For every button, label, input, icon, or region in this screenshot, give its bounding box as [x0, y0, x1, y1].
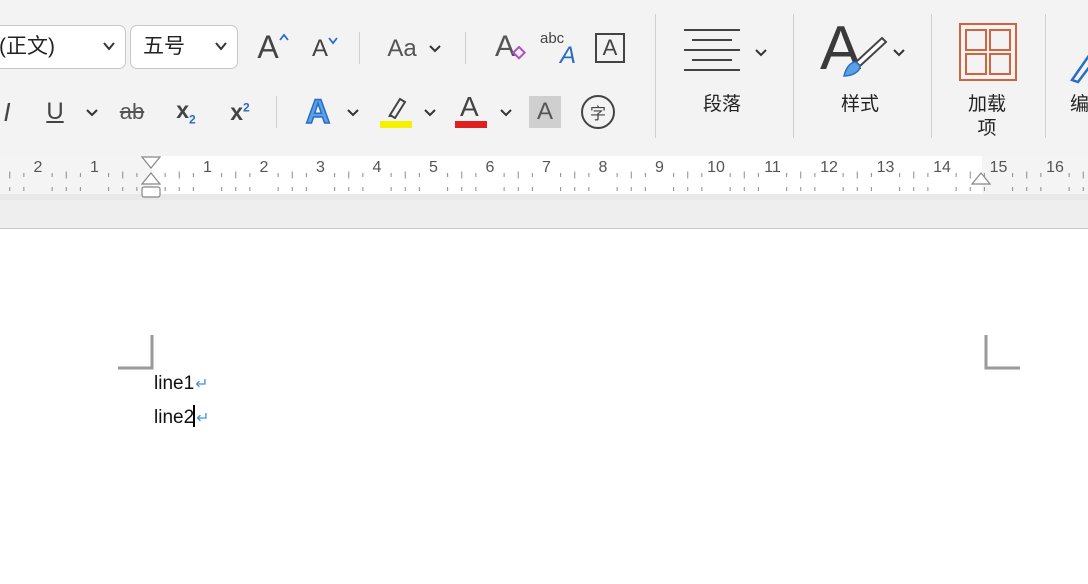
ruler-number: 13	[877, 159, 895, 176]
text-effects-icon: A	[305, 92, 331, 132]
add-ins-button[interactable]: 加载 项	[944, 20, 1030, 146]
ruler-number: 5	[429, 159, 438, 176]
text-effects-button[interactable]: A	[298, 92, 338, 132]
separator	[359, 32, 360, 64]
styles-icon: A	[820, 14, 890, 84]
editing-icon	[1068, 50, 1088, 89]
font-size-value: 五号	[143, 35, 185, 58]
font-color-button[interactable]: A	[452, 91, 488, 132]
ribbon: (正文) 五号 A A Aa A abc A A I U ab x2 x2 A …	[0, 0, 1088, 156]
strikethrough-icon: ab	[119, 99, 145, 124]
grow-font-icon: A	[257, 29, 289, 66]
superscript-button[interactable]: x2	[222, 94, 258, 130]
ruler-area: 2 1 1 2 3 4 5 6 7 8 9 10 11 12 13 14 15 16	[0, 156, 1088, 200]
paragraph-mark: ↵	[195, 376, 209, 393]
margin-corner-mark	[984, 335, 1020, 370]
ruler-number: 10	[707, 159, 725, 176]
chevron-down-icon	[754, 46, 768, 60]
character-shading-button[interactable]: A	[528, 95, 562, 129]
document-top-band	[0, 200, 1088, 229]
chevron-down-icon[interactable]	[346, 106, 360, 120]
subscript-button[interactable]: x2	[168, 94, 204, 130]
editing-label: 编	[1070, 93, 1088, 115]
line-text: line2	[154, 407, 195, 428]
margin-corner-mark	[118, 335, 154, 370]
ruler-number: 14	[933, 159, 951, 176]
ruler-number: 1	[203, 159, 212, 176]
ruler-number: 6	[486, 159, 495, 176]
ruler-number: 7	[542, 159, 551, 176]
paragraph-icon	[682, 28, 742, 79]
change-case-button[interactable]: Aa	[380, 30, 424, 68]
font-color-icon: A	[453, 91, 487, 131]
chevron-down-icon[interactable]	[423, 106, 437, 120]
enclose-characters-icon: 字	[581, 95, 615, 129]
document-page[interactable]: line1↵ line2 ↵	[0, 229, 1088, 584]
chevron-down-icon[interactable]	[85, 106, 99, 120]
character-border-icon: A	[595, 33, 625, 63]
character-border-button[interactable]: A	[592, 30, 628, 66]
document-line[interactable]: line2 ↵	[154, 405, 210, 429]
ruler-number: 11	[764, 159, 781, 176]
paragraph-mark: ↵	[196, 410, 210, 427]
paragraph-label: 段落	[702, 93, 741, 115]
clear-formatting-icon: A	[495, 30, 527, 64]
ruler-number: 12	[820, 159, 838, 176]
chevron-down-icon[interactable]	[499, 106, 513, 120]
font-family-combobox[interactable]: (正文)	[0, 25, 126, 69]
separator	[793, 14, 794, 138]
styles-button[interactable]: A 样式	[808, 14, 918, 140]
line-text: line1	[154, 373, 195, 394]
document-line[interactable]: line1↵	[154, 373, 209, 395]
strikethrough-button[interactable]: ab	[112, 94, 152, 130]
shrink-font-icon: A	[312, 35, 338, 63]
chevron-down-icon[interactable]	[103, 26, 115, 68]
ruler-ticks: 2 1 1 2 3 4 5 6 7 8 9 10 11 12 13 14 15 16	[9, 159, 1084, 191]
ruler-number: 2	[260, 159, 269, 176]
ruler-number: 1	[90, 159, 99, 176]
ruler-number: 3	[316, 159, 325, 176]
clear-formatting-button[interactable]: A	[486, 26, 527, 68]
ruler-number: 2	[34, 159, 43, 176]
paragraph-button[interactable]: 段落	[670, 20, 780, 140]
superscript-icon: x2	[230, 98, 250, 125]
separator	[465, 32, 466, 64]
text-cursor	[193, 405, 196, 427]
separator	[931, 14, 932, 138]
italic-icon: I	[3, 96, 11, 127]
right-indent-marker[interactable]	[970, 172, 992, 191]
phonetic-guide-icon: abc A	[540, 30, 577, 69]
add-ins-label-line2: 项	[977, 117, 997, 139]
font-size-combobox[interactable]: 五号	[130, 25, 238, 69]
separator	[1045, 14, 1046, 138]
font-family-value: (正文)	[0, 35, 55, 58]
ruler-number: 4	[373, 159, 382, 176]
subscript-icon: x2	[176, 97, 196, 127]
enclose-characters-button[interactable]: 字	[580, 94, 616, 130]
ruler-number: 16	[1046, 159, 1064, 176]
chevron-down-icon[interactable]	[215, 26, 227, 68]
highlighter-icon	[376, 93, 412, 131]
chevron-down-icon[interactable]	[428, 42, 442, 56]
italic-button[interactable]: I	[0, 94, 18, 130]
grow-font-button[interactable]: A	[248, 26, 289, 68]
change-case-icon: Aa	[387, 35, 417, 62]
ruler-number: 8	[599, 159, 608, 176]
shrink-font-button[interactable]: A	[302, 30, 338, 68]
underline-icon: U	[46, 98, 64, 125]
underline-button[interactable]: U	[40, 94, 70, 130]
character-shading-icon: A	[529, 96, 561, 128]
horizontal-ruler[interactable]: 2 1 1 2 3 4 5 6 7 8 9 10 11 12 13 14 15 16	[0, 156, 1088, 198]
styles-label: 样式	[840, 93, 879, 115]
separator	[276, 96, 277, 128]
ruler-number: 15	[990, 159, 1008, 176]
separator	[655, 14, 656, 138]
ruler-number: 9	[655, 159, 664, 176]
editing-button[interactable]: 编	[1062, 20, 1088, 140]
highlight-button[interactable]	[374, 92, 414, 132]
add-ins-icon	[958, 22, 1018, 87]
phonetic-guide-button[interactable]: abc A	[538, 28, 578, 69]
chevron-down-icon	[892, 46, 906, 60]
